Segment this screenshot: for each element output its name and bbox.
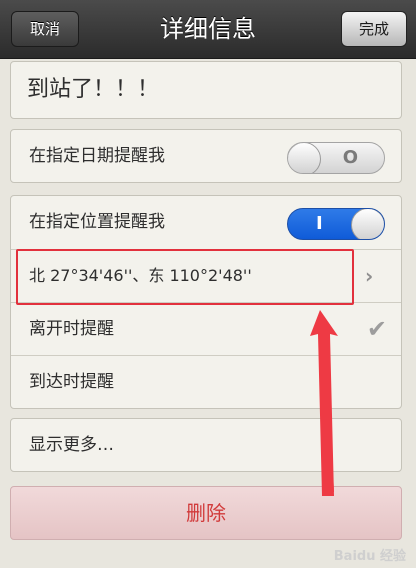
location-remind-label: 在指定位置提醒我 (29, 212, 165, 232)
leave-remind-row[interactable]: 离开时提醒 ✔ (11, 302, 401, 355)
location-remind-toggle[interactable]: I (287, 208, 385, 240)
checkmark-icon: ✔ (366, 315, 387, 343)
date-remind-row: 在指定日期提醒我 O (11, 130, 401, 182)
date-remind-toggle[interactable]: O (287, 142, 385, 174)
reminder-title-field[interactable]: 到站了！！！ (11, 62, 401, 118)
toggle-off-glyph: O (342, 147, 358, 168)
toggle-on-glyph: I (316, 213, 323, 234)
location-coordinate-row[interactable]: 北 27°34'46''、东 110°2'48'' › (11, 249, 401, 302)
leave-remind-label: 离开时提醒 (29, 319, 114, 339)
toggle-knob (288, 143, 321, 173)
arrive-remind-label: 到达时提醒 (29, 372, 114, 392)
navigation-bar: 详细信息 取消 完成 (0, 0, 416, 59)
delete-button[interactable]: 删除 (10, 486, 402, 540)
location-remind-row: 在指定位置提醒我 I (11, 196, 401, 248)
title-group: 到站了！！！ (10, 61, 402, 119)
cancel-button[interactable]: 取消 (11, 11, 79, 47)
chevron-right-icon: › (365, 264, 374, 288)
more-group: 显示更多… (10, 418, 402, 472)
toggle-knob (351, 209, 384, 239)
location-coordinate-text: 北 27°34'46''、东 110°2'48'' (29, 266, 252, 285)
watermark-logo: Baidu 经验 (333, 549, 406, 564)
arrive-remind-row[interactable]: 到达时提醒 (11, 355, 401, 408)
show-more-label: 显示更多… (29, 435, 114, 455)
reminder-title-text: 到站了！！！ (27, 77, 160, 102)
date-remind-label: 在指定日期提醒我 (29, 146, 165, 166)
done-button[interactable]: 完成 (341, 11, 407, 47)
location-group: 在指定位置提醒我 I 北 27°34'46''、东 110°2'48'' › 离… (10, 195, 402, 409)
date-group: 在指定日期提醒我 O (10, 129, 402, 183)
show-more-row[interactable]: 显示更多… (11, 419, 401, 471)
